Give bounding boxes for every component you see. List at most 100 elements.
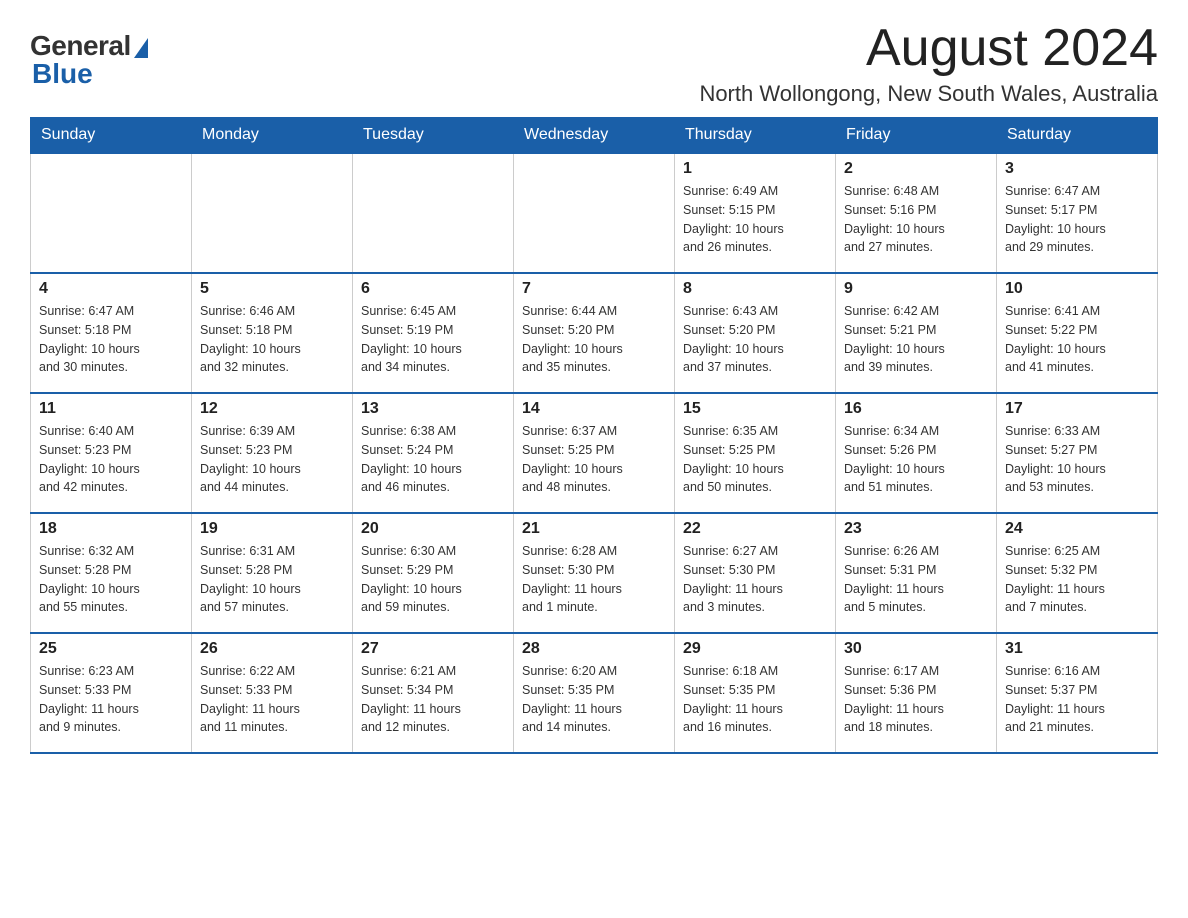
day-number: 29	[683, 640, 827, 658]
day-info: Sunrise: 6:47 AM Sunset: 5:18 PM Dayligh…	[39, 302, 183, 377]
calendar-cell: 12 Sunrise: 6:39 AM Sunset: 5:23 PM Dayli…	[192, 393, 353, 513]
day-number: 17	[1005, 400, 1149, 418]
day-number: 14	[522, 400, 666, 418]
day-info: Sunrise: 6:48 AM Sunset: 5:16 PM Dayligh…	[844, 182, 988, 257]
day-number: 22	[683, 520, 827, 538]
calendar-cell: 9Sunrise: 6:42 AM Sunset: 5:21 PM Daylig…	[836, 273, 997, 393]
day-info: Sunrise: 6:23 AM Sunset: 5:33 PM Dayligh…	[39, 662, 183, 737]
day-number: 2	[844, 160, 988, 178]
day-number: 3	[1005, 160, 1149, 178]
calendar-cell	[192, 153, 353, 273]
day-number: 26	[200, 640, 344, 658]
day-number: 10	[1005, 280, 1149, 298]
day-info: Sunrise: 6:33 AM Sunset: 5:27 PM Dayligh…	[1005, 422, 1149, 497]
calendar-cell: 15 Sunrise: 6:35 AM Sunset: 5:25 PM Dayli…	[675, 393, 836, 513]
calendar-cell: 5 Sunrise: 6:46 AM Sunset: 5:18 PM Daylig…	[192, 273, 353, 393]
day-info: Sunrise: 6:46 AM Sunset: 5:18 PM Dayligh…	[200, 302, 344, 377]
calendar-cell: 11 Sunrise: 6:40 AM Sunset: 5:23 PM Dayli…	[31, 393, 192, 513]
day-info: Sunrise: 6:21 AM Sunset: 5:34 PM Dayligh…	[361, 662, 505, 737]
day-number: 21	[522, 520, 666, 538]
location-title: North Wollongong, New South Wales, Austr…	[699, 81, 1158, 107]
day-number: 20	[361, 520, 505, 538]
calendar-cell: 25Sunrise: 6:23 AM Sunset: 5:33 PM Dayli…	[31, 633, 192, 753]
calendar-cell: 8Sunrise: 6:43 AM Sunset: 5:20 PM Daylig…	[675, 273, 836, 393]
day-info: Sunrise: 6:45 AM Sunset: 5:19 PM Dayligh…	[361, 302, 505, 377]
day-info: Sunrise: 6:31 AM Sunset: 5:28 PM Dayligh…	[200, 542, 344, 617]
day-number: 18	[39, 520, 183, 538]
calendar-cell: 23 Sunrise: 6:26 AM Sunset: 5:31 PM Dayli…	[836, 513, 997, 633]
page-header: General Blue August 2024 North Wollongon…	[30, 20, 1158, 107]
day-number: 15	[683, 400, 827, 418]
day-number: 12	[200, 400, 344, 418]
day-info: Sunrise: 6:49 AM Sunset: 5:15 PM Dayligh…	[683, 182, 827, 257]
calendar-table: SundayMondayTuesdayWednesdayThursdayFrid…	[30, 117, 1158, 754]
month-title: August 2024	[699, 20, 1158, 77]
day-number: 30	[844, 640, 988, 658]
title-section: August 2024 North Wollongong, New South …	[699, 20, 1158, 107]
calendar-cell: 24 Sunrise: 6:25 AM Sunset: 5:32 PM Dayli…	[997, 513, 1158, 633]
day-number: 5	[200, 280, 344, 298]
day-info: Sunrise: 6:47 AM Sunset: 5:17 PM Dayligh…	[1005, 182, 1149, 257]
day-number: 11	[39, 400, 183, 418]
day-info: Sunrise: 6:38 AM Sunset: 5:24 PM Dayligh…	[361, 422, 505, 497]
day-number: 31	[1005, 640, 1149, 658]
day-info: Sunrise: 6:41 AM Sunset: 5:22 PM Dayligh…	[1005, 302, 1149, 377]
calendar-cell: 13 Sunrise: 6:38 AM Sunset: 5:24 PM Dayli…	[353, 393, 514, 513]
calendar-cell: 10 Sunrise: 6:41 AM Sunset: 5:22 PM Dayli…	[997, 273, 1158, 393]
column-header-monday: Monday	[192, 118, 353, 154]
day-info: Sunrise: 6:26 AM Sunset: 5:31 PM Dayligh…	[844, 542, 988, 617]
calendar-cell: 18Sunrise: 6:32 AM Sunset: 5:28 PM Dayli…	[31, 513, 192, 633]
calendar-cell: 22 Sunrise: 6:27 AM Sunset: 5:30 PM Dayli…	[675, 513, 836, 633]
day-info: Sunrise: 6:25 AM Sunset: 5:32 PM Dayligh…	[1005, 542, 1149, 617]
calendar-cell	[514, 153, 675, 273]
day-number: 16	[844, 400, 988, 418]
calendar-cell: 20 Sunrise: 6:30 AM Sunset: 5:29 PM Dayli…	[353, 513, 514, 633]
calendar-cell	[353, 153, 514, 273]
day-number: 9	[844, 280, 988, 298]
day-info: Sunrise: 6:27 AM Sunset: 5:30 PM Dayligh…	[683, 542, 827, 617]
calendar-cell: 19 Sunrise: 6:31 AM Sunset: 5:28 PM Dayli…	[192, 513, 353, 633]
day-number: 4	[39, 280, 183, 298]
day-number: 13	[361, 400, 505, 418]
column-header-saturday: Saturday	[997, 118, 1158, 154]
calendar-cell	[31, 153, 192, 273]
day-number: 23	[844, 520, 988, 538]
calendar-cell: 4 Sunrise: 6:47 AM Sunset: 5:18 PM Daylig…	[31, 273, 192, 393]
calendar-cell: 7Sunrise: 6:44 AM Sunset: 5:20 PM Daylig…	[514, 273, 675, 393]
day-info: Sunrise: 6:35 AM Sunset: 5:25 PM Dayligh…	[683, 422, 827, 497]
logo-triangle-icon	[134, 38, 148, 58]
day-number: 8	[683, 280, 827, 298]
calendar-week-row: 4 Sunrise: 6:47 AM Sunset: 5:18 PM Daylig…	[31, 273, 1158, 393]
day-number: 6	[361, 280, 505, 298]
calendar-cell: 31Sunrise: 6:16 AM Sunset: 5:37 PM Dayli…	[997, 633, 1158, 753]
calendar-cell: 3 Sunrise: 6:47 AM Sunset: 5:17 PM Daylig…	[997, 153, 1158, 273]
day-number: 19	[200, 520, 344, 538]
calendar-cell: 6 Sunrise: 6:45 AM Sunset: 5:19 PM Daylig…	[353, 273, 514, 393]
day-info: Sunrise: 6:44 AM Sunset: 5:20 PM Dayligh…	[522, 302, 666, 377]
day-number: 24	[1005, 520, 1149, 538]
calendar-week-row: 1Sunrise: 6:49 AM Sunset: 5:15 PM Daylig…	[31, 153, 1158, 273]
calendar-cell: 2 Sunrise: 6:48 AM Sunset: 5:16 PM Daylig…	[836, 153, 997, 273]
day-info: Sunrise: 6:22 AM Sunset: 5:33 PM Dayligh…	[200, 662, 344, 737]
day-info: Sunrise: 6:17 AM Sunset: 5:36 PM Dayligh…	[844, 662, 988, 737]
calendar-week-row: 11 Sunrise: 6:40 AM Sunset: 5:23 PM Dayli…	[31, 393, 1158, 513]
calendar-week-row: 18Sunrise: 6:32 AM Sunset: 5:28 PM Dayli…	[31, 513, 1158, 633]
day-number: 28	[522, 640, 666, 658]
day-info: Sunrise: 6:39 AM Sunset: 5:23 PM Dayligh…	[200, 422, 344, 497]
day-info: Sunrise: 6:34 AM Sunset: 5:26 PM Dayligh…	[844, 422, 988, 497]
calendar-cell: 27 Sunrise: 6:21 AM Sunset: 5:34 PM Dayli…	[353, 633, 514, 753]
calendar-week-row: 25Sunrise: 6:23 AM Sunset: 5:33 PM Dayli…	[31, 633, 1158, 753]
logo-blue-text: Blue	[30, 58, 93, 90]
calendar-cell: 21Sunrise: 6:28 AM Sunset: 5:30 PM Dayli…	[514, 513, 675, 633]
logo: General Blue	[30, 30, 148, 90]
day-info: Sunrise: 6:20 AM Sunset: 5:35 PM Dayligh…	[522, 662, 666, 737]
day-number: 27	[361, 640, 505, 658]
calendar-header-row: SundayMondayTuesdayWednesdayThursdayFrid…	[31, 118, 1158, 154]
day-info: Sunrise: 6:40 AM Sunset: 5:23 PM Dayligh…	[39, 422, 183, 497]
column-header-thursday: Thursday	[675, 118, 836, 154]
column-header-friday: Friday	[836, 118, 997, 154]
calendar-cell: 16 Sunrise: 6:34 AM Sunset: 5:26 PM Dayli…	[836, 393, 997, 513]
day-info: Sunrise: 6:30 AM Sunset: 5:29 PM Dayligh…	[361, 542, 505, 617]
calendar-cell: 30 Sunrise: 6:17 AM Sunset: 5:36 PM Dayli…	[836, 633, 997, 753]
calendar-cell: 26 Sunrise: 6:22 AM Sunset: 5:33 PM Dayli…	[192, 633, 353, 753]
